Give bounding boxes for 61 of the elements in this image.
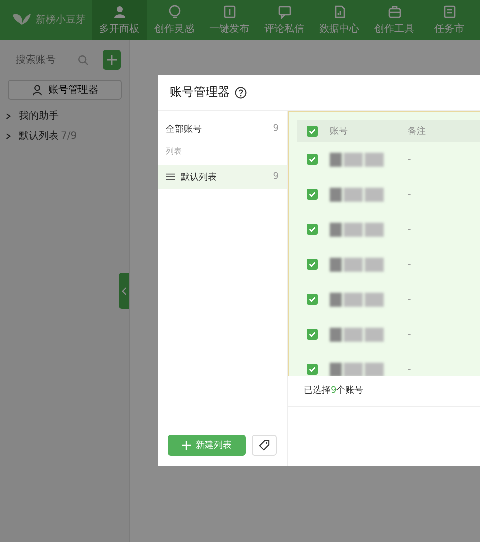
row-checkbox[interactable]	[307, 364, 318, 375]
tag-button[interactable]	[252, 435, 277, 456]
blurred-account-placeholder	[330, 152, 384, 166]
row-checkbox[interactable]	[307, 189, 318, 200]
blurred-account-placeholder	[330, 188, 384, 202]
add-button[interactable]	[103, 50, 121, 70]
column-header: 账号	[330, 126, 349, 138]
collapse-tab[interactable]	[119, 273, 129, 309]
person-icon	[32, 84, 42, 96]
file-chart-icon	[332, 4, 346, 18]
table-cell-text: -	[408, 364, 412, 374]
row-checkbox[interactable]	[307, 259, 318, 270]
chevron-left-icon	[122, 286, 126, 296]
table-cell-text: -	[408, 260, 412, 270]
nav-tab[interactable]: 评论私信	[257, 0, 312, 40]
clipboard-icon	[442, 4, 456, 18]
blurred-account-placeholder	[330, 362, 384, 376]
tag-icon	[258, 440, 270, 451]
menu-icon	[166, 173, 175, 181]
all-accounts-item[interactable]: 全部账号 9	[158, 118, 287, 140]
new-list-button[interactable]: 新建列表	[168, 435, 246, 456]
toolbox-icon	[388, 4, 402, 18]
select-all-checkbox[interactable]	[307, 126, 318, 136]
table-cell-text: -	[408, 294, 412, 304]
chat-icon	[278, 4, 292, 18]
row-checkbox[interactable]	[307, 329, 318, 340]
nav-tab[interactable]: 数据中心	[312, 0, 367, 40]
plus-icon	[182, 441, 191, 450]
row-checkbox[interactable]	[307, 154, 318, 165]
tree-item[interactable]: 我的助手	[0, 106, 129, 126]
document-icon	[222, 4, 236, 18]
row-checkbox[interactable]	[307, 224, 318, 235]
help-icon[interactable]	[235, 86, 247, 98]
nav-tab[interactable]: 创作灵感	[147, 0, 202, 40]
leaf-logo-icon	[12, 13, 32, 27]
app-name: 新榜小豆芽	[36, 14, 86, 27]
blurred-account-placeholder	[330, 258, 384, 272]
person-icon	[112, 4, 126, 18]
nav-tab[interactable]: 多开面板	[92, 0, 147, 40]
nav-tab[interactable]: 任务市	[422, 0, 477, 40]
search-icon	[78, 54, 89, 66]
nav-tab[interactable]: 一键发布	[202, 0, 257, 40]
blurred-account-placeholder	[330, 222, 384, 236]
search-field[interactable]: 搜索账号	[14, 54, 78, 66]
blurred-account-placeholder	[330, 328, 384, 342]
row-checkbox[interactable]	[307, 294, 318, 305]
account-manager-button[interactable]: 账号管理器	[8, 80, 122, 100]
column-header: 备注	[408, 126, 427, 138]
section-heading: 列表	[165, 146, 183, 158]
dialog-title: 账号管理器	[170, 84, 230, 101]
list-item[interactable]: 默认列表 9	[158, 165, 287, 189]
table-cell-text: -	[408, 154, 412, 164]
selection-summary: 已选择9个账号	[288, 376, 480, 407]
table-cell-text: -	[408, 190, 412, 200]
tree-item[interactable]: 默认列表 7/9	[0, 126, 129, 146]
table-cell-text: -	[408, 330, 412, 340]
plus-icon	[107, 55, 117, 65]
table-cell-text: -	[408, 224, 412, 234]
blurred-account-placeholder	[330, 292, 384, 306]
nav-tab[interactable]: 创作工具	[367, 0, 422, 40]
lightbulb-icon	[168, 4, 182, 18]
